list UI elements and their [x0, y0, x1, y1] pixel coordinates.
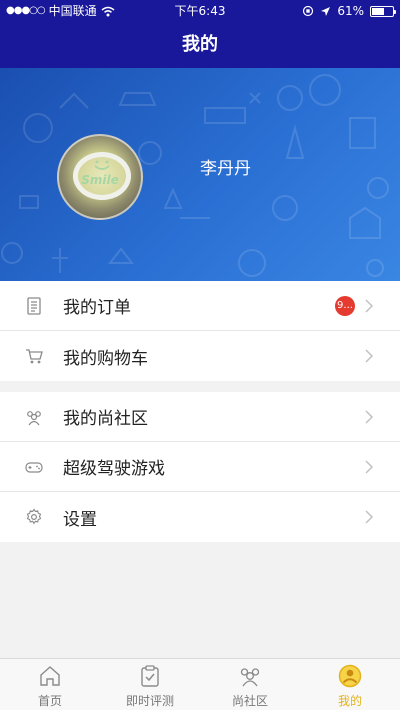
tab-bar: 首页 即时评测 尚社区 我的: [0, 658, 400, 710]
cart-icon: [26, 349, 43, 364]
gamepad-icon: [25, 462, 43, 473]
status-bar: ●●●○○ 中国联通 下午6:43 61%: [0, 0, 400, 22]
tab-community[interactable]: 尚社区: [200, 659, 300, 710]
chevron-right-icon: [365, 299, 374, 313]
location-arrow-icon: [321, 6, 331, 16]
menu-item-orders[interactable]: 我的订单 9...: [0, 281, 400, 331]
menu-item-settings[interactable]: 设置: [0, 492, 400, 542]
menu-item-label: 超级驾驶游戏: [63, 459, 165, 479]
tab-label: 我的: [337, 694, 362, 708]
chevron-right-icon: [365, 349, 374, 363]
menu-item-community[interactable]: 我的尚社区: [0, 392, 400, 442]
menu-item-label: 我的购物车: [63, 348, 148, 369]
username[interactable]: 李丹丹: [200, 154, 251, 179]
tab-home[interactable]: 首页: [0, 659, 100, 710]
orientation-lock-icon: [303, 5, 314, 17]
order-count-badge: 9...: [335, 296, 355, 316]
chevron-right-icon: [365, 510, 374, 524]
page-title: 我的: [182, 34, 218, 55]
avatar-text: Smile: [81, 173, 119, 187]
tab-instant-review[interactable]: 即时评测: [100, 659, 200, 710]
people-icon: [240, 668, 260, 687]
menu-item-label: 我的订单: [63, 298, 131, 318]
tab-mine[interactable]: 我的: [300, 659, 400, 710]
gear-icon: [26, 508, 42, 525]
chevron-right-icon: [365, 460, 374, 474]
menu-group-orders: 我的订单 9... 我的购物车: [0, 281, 400, 381]
smile-icon: [94, 160, 110, 170]
tab-label: 尚社区: [231, 694, 268, 708]
menu-item-label: 设置: [63, 509, 97, 530]
menu-item-driving-game[interactable]: 超级驾驶游戏: [0, 442, 400, 492]
menu-group-community: 我的尚社区 超级驾驶游戏 设置: [0, 392, 400, 542]
tab-label: 首页: [37, 694, 62, 708]
menu-item-label: 我的尚社区: [63, 409, 148, 429]
user-circle-icon: [338, 664, 362, 688]
community-icon: [27, 411, 41, 426]
chevron-right-icon: [365, 410, 374, 424]
avatar[interactable]: Smile: [57, 134, 143, 220]
profile-banner: Smile 李丹丹: [0, 68, 400, 281]
tab-label: 即时评测: [125, 694, 174, 708]
battery-icon: [370, 5, 396, 17]
home-icon: [40, 666, 60, 686]
document-list-icon: [27, 297, 41, 315]
menu-item-cart[interactable]: 我的购物车: [0, 331, 400, 381]
battery-percent: 61%: [337, 4, 364, 18]
clipboard-check-icon: [141, 665, 159, 687]
top-bar: ●●●○○ 中国联通 下午6:43 61% 我的: [0, 0, 400, 68]
